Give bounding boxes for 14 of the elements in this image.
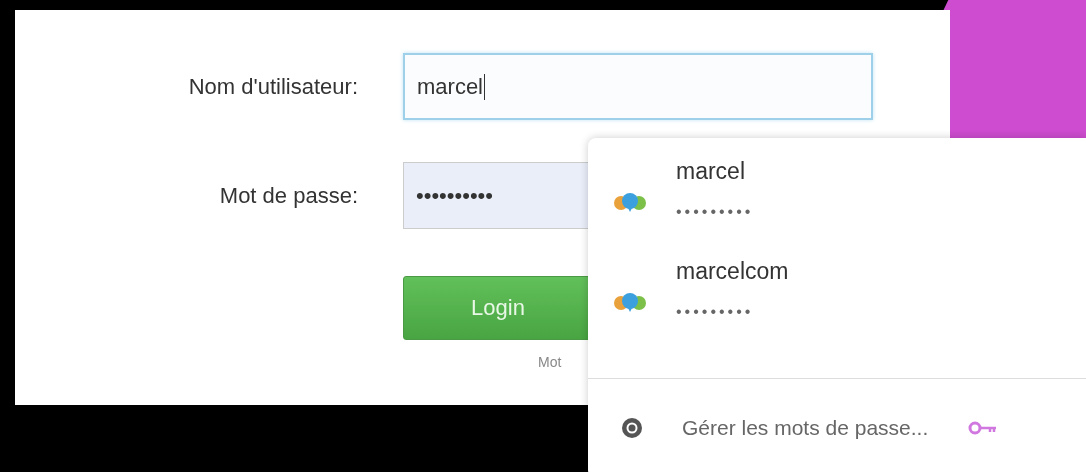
suggestion-username: marcelcom (676, 258, 789, 285)
manage-passwords-item[interactable]: Gérer les mots de passe... (588, 378, 1086, 472)
user-pins-icon (612, 192, 648, 212)
input-field[interactable]: marcel (403, 53, 873, 120)
key-icon (968, 421, 999, 435)
suggestion-password: ••••••••• (676, 303, 755, 321)
field-label: Mot de passe: (218, 182, 358, 209)
manage-passwords-link[interactable]: Gérer les mots de passe... (682, 416, 929, 440)
suggestion-item[interactable]: marcel ••••••••• (588, 138, 1086, 243)
user-pins-icon (612, 292, 648, 312)
suggestion-username: marcel (676, 158, 746, 185)
suggestion-password: ••••••••• (676, 203, 754, 221)
browser-logo-icon (620, 416, 644, 440)
field-label: Nom d'utilisateur: (187, 73, 358, 100)
